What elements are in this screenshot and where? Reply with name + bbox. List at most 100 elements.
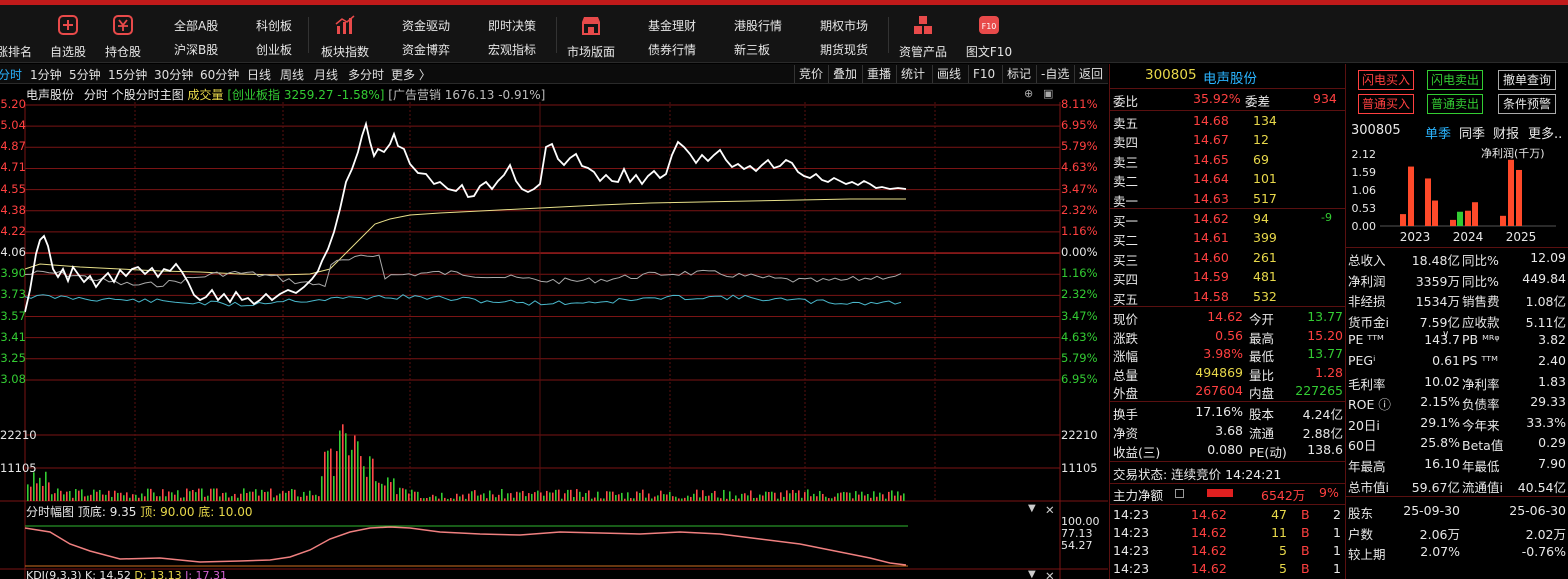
divider <box>1110 208 1345 209</box>
kdj-j: J: 17.31 <box>185 569 228 579</box>
toolbar-fund-game[interactable]: 资金博弈 <box>402 41 450 58</box>
volume-bar <box>690 496 692 501</box>
quote2-value: 3.68 <box>1215 423 1243 438</box>
buy-order-volume: 481 <box>1253 269 1277 285</box>
fin-tab-quarter[interactable]: 单季 <box>1425 123 1451 142</box>
volume-bar <box>495 497 497 501</box>
trade-button[interactable]: 普通买入 <box>1358 94 1414 114</box>
buy-order-row[interactable]: 买三 14.60 261 <box>1113 250 1343 269</box>
toolbar-hk[interactable]: 港股行情 <box>734 17 782 34</box>
fin-tab-more[interactable]: 更多.. <box>1528 123 1562 142</box>
volume-bar <box>411 489 413 501</box>
volume-bar <box>33 472 35 501</box>
volume-bar <box>255 489 257 501</box>
sub-dropdown-icon[interactable]: ▼ <box>1028 503 1036 514</box>
toolbar-neeq[interactable]: 新三板 <box>734 41 770 58</box>
divider <box>1346 247 1568 248</box>
fund-label: PS ᵀᵀᴹ <box>1462 353 1498 368</box>
volume-bar <box>723 489 725 501</box>
volume-bar <box>30 486 32 501</box>
toolbar-sector-index[interactable]: 板块指数 <box>318 5 372 63</box>
buy-order-row[interactable]: 买四 14.59 481 <box>1113 269 1343 288</box>
volume-bar <box>813 493 815 501</box>
volume-bar <box>378 482 380 501</box>
right-axis-label: 1.16% <box>1061 223 1098 238</box>
volume-bar <box>579 491 581 501</box>
volume-bar <box>264 492 266 501</box>
buy-order-row[interactable]: 买二 14.61 399 <box>1113 230 1343 249</box>
collapse-chevron-icon[interactable]: ∨ <box>1442 329 1449 340</box>
toolbar-futures[interactable]: 期货现货 <box>820 41 868 58</box>
profit-chart-title: 净利润(千万) <box>1481 147 1545 160</box>
fund-value: 3.82 <box>1538 332 1566 348</box>
fund-label: 20日i <box>1348 417 1380 433</box>
toolbar-holdings[interactable]: 持仓股 <box>101 5 145 63</box>
toolbar-instant-decision[interactable]: 即时决策 <box>488 17 536 34</box>
trade-button[interactable]: 条件预警 <box>1498 94 1556 114</box>
toolbar-options[interactable]: 期权市场 <box>820 17 868 34</box>
tick-bs: B <box>1301 561 1310 576</box>
fund-value: 25.8% <box>1420 435 1460 451</box>
volume-bar <box>285 492 287 501</box>
kdj-dropdown-icon[interactable]: ▼ <box>1028 569 1036 579</box>
toolbar-macro[interactable]: 宏观指标 <box>488 41 536 58</box>
trade-button[interactable]: 撤单查询 <box>1498 70 1556 90</box>
trade-button[interactable]: 闪电卖出 <box>1427 70 1483 90</box>
main-flow-label: 主力净额 <box>1113 488 1164 503</box>
volume-bars <box>27 424 905 501</box>
volume-bar <box>108 490 110 501</box>
volume-bar <box>267 491 269 501</box>
toolbar-asset-products[interactable]: 资管产品 <box>896 5 950 63</box>
toolbar-all-a[interactable]: 全部A股 <box>174 17 218 34</box>
svg-text:F10: F10 <box>982 22 997 31</box>
toolbar-bonds[interactable]: 债券行情 <box>648 41 696 58</box>
tick-volume: 11 <box>1271 525 1287 540</box>
volume-bar <box>327 450 329 501</box>
volume-bar <box>612 491 614 501</box>
volume-bar <box>243 488 245 501</box>
sell-order-row[interactable]: 卖三 14.65 69 <box>1113 152 1343 171</box>
buy-order-row[interactable]: 买五 14.58 532 <box>1113 289 1343 308</box>
volume-bar <box>237 497 239 501</box>
sell-order-row[interactable]: 卖一 14.63 517 <box>1113 191 1343 210</box>
volume-bar <box>639 492 641 501</box>
sell-order-row[interactable]: 卖二 14.64 101 <box>1113 171 1343 190</box>
kdj-close-icon[interactable]: ✕ <box>1045 569 1055 579</box>
buy-order-change: -9 <box>1321 211 1332 224</box>
volume-bar <box>291 488 293 501</box>
sell-order-row[interactable]: 卖四 14.67 12 <box>1113 132 1343 151</box>
trade-button[interactable]: 普通卖出 <box>1427 94 1483 114</box>
toolbar-market-layout[interactable]: 市场版面 <box>564 5 618 63</box>
toolbar-f10[interactable]: F10 图文F10 <box>962 5 1016 63</box>
trade-button[interactable]: 闪电买入 <box>1358 70 1414 90</box>
toolbar-gem[interactable]: 创业板 <box>256 41 292 58</box>
buy-order-row[interactable]: 买一 14.62 94 -9 <box>1113 211 1343 230</box>
toolbar-shsz-b[interactable]: 沪深B股 <box>174 41 218 58</box>
volume-bar <box>786 490 788 501</box>
sub-close-icon[interactable]: ✕ <box>1045 503 1055 517</box>
volume-bar <box>876 496 878 501</box>
volume-bar <box>198 488 200 501</box>
volume-bar <box>303 491 305 501</box>
quote-value: 227265 <box>1295 383 1343 399</box>
main-flow-icon[interactable] <box>1175 489 1184 498</box>
toolbar-fund-drive[interactable]: 资金驱动 <box>402 17 450 34</box>
toolbar-watchlist[interactable]: 自选股 <box>46 5 90 63</box>
tick-count: 2 <box>1333 507 1341 522</box>
toolbar-rank[interactable]: 涨排名 <box>0 5 34 63</box>
price-line <box>24 120 907 313</box>
toolbar-star-market[interactable]: 科创板 <box>256 17 292 34</box>
volume-bar <box>387 477 389 501</box>
fund-label: Beta值 <box>1462 438 1504 454</box>
fin-tab-yoy[interactable]: 同季 <box>1459 123 1485 142</box>
fin-tab-report[interactable]: 财报 <box>1493 123 1519 142</box>
volume-bar <box>195 492 197 501</box>
vol-axis-right-2: 11105 <box>1061 461 1098 475</box>
toolbar-fund-finance[interactable]: 基金理财 <box>648 17 696 34</box>
sell-order-row[interactable]: 卖五 14.68 134 <box>1113 113 1343 132</box>
volume-bar <box>558 489 560 501</box>
buy-order-volume: 532 <box>1253 288 1277 304</box>
fundamental-row: 总收入 18.48亿 同比% 12.09 <box>1348 250 1568 269</box>
fund-value: 40.54亿 <box>1517 479 1566 495</box>
main-flow-value: 6542万 <box>1261 488 1306 503</box>
